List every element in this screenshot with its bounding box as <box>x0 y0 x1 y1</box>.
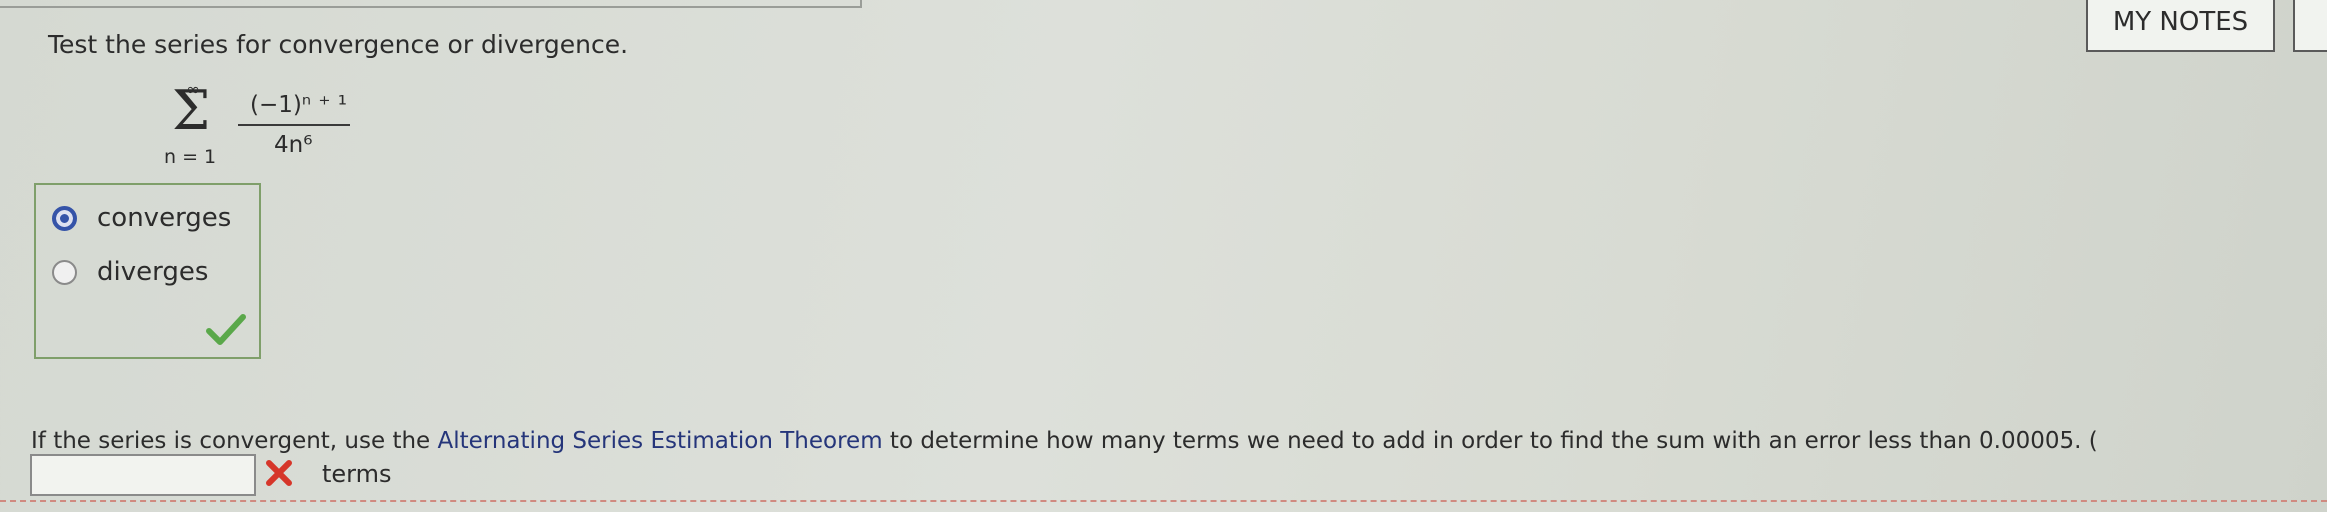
sum-lower-limit: n = 1 <box>164 146 217 168</box>
header-button[interactable] <box>2293 0 2327 52</box>
question-text: Test the series for convergence or diver… <box>48 30 629 59</box>
fraction-bar <box>238 124 350 126</box>
series-denominator: 4n⁶ <box>274 132 313 158</box>
series-expression: ∞ Σ n = 1 (−1)ⁿ ⁺ ¹ 4n⁶ <box>150 80 390 180</box>
terms-answer-input[interactable] <box>30 454 256 496</box>
answer-divider <box>0 500 2327 502</box>
my-notes-button[interactable]: MY NOTES <box>2086 0 2275 52</box>
x-icon <box>266 460 292 486</box>
previous-box-edge <box>0 0 862 8</box>
radio-converges[interactable] <box>52 205 77 231</box>
option-label: converges <box>97 203 232 233</box>
option-converges[interactable]: converges <box>52 203 231 233</box>
option-label: diverges <box>97 257 209 287</box>
followup-suffix: to determine how many terms we need to a… <box>882 428 2098 454</box>
answer-choices: converges diverges <box>34 183 261 359</box>
sigma-symbol: Σ <box>172 79 211 142</box>
theorem-link[interactable]: Alternating Series Estimation Theorem <box>438 428 883 454</box>
checkmark-icon <box>206 314 246 345</box>
terms-unit-label: terms <box>322 460 392 488</box>
option-diverges[interactable]: diverges <box>52 257 208 287</box>
followup-prefix: If the series is convergent, use the <box>31 428 438 454</box>
series-numerator: (−1)ⁿ ⁺ ¹ <box>250 92 347 118</box>
followup-question: If the series is convergent, use the Alt… <box>31 428 2098 454</box>
radio-diverges[interactable] <box>52 259 77 285</box>
